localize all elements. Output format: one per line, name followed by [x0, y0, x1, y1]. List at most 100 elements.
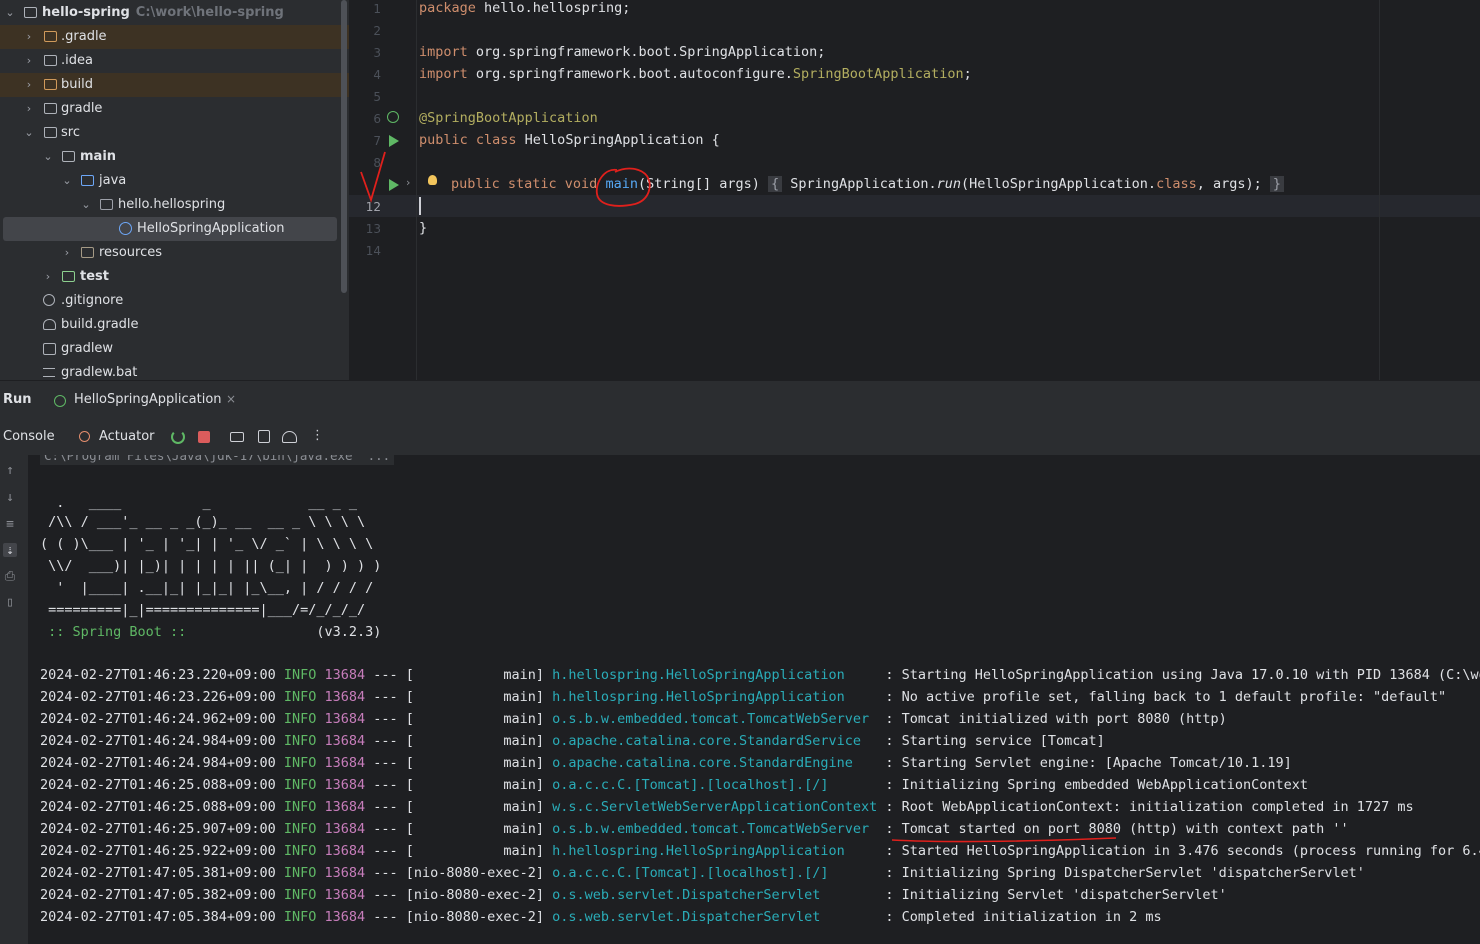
log-separator: --- [ — [365, 689, 414, 705]
log-pid: 13684 — [324, 667, 366, 683]
tree-item-label: HelloSpringApplication — [137, 221, 285, 236]
source-folder-icon — [81, 175, 94, 186]
log-line: 2024-02-27T01:46:25.088+09:00 INFO 13684… — [40, 774, 1308, 796]
tree-item-gradlew-bat[interactable]: gradlew.bat — [0, 361, 349, 380]
rerun-icon[interactable] — [171, 430, 185, 444]
log-level: INFO — [283, 799, 317, 815]
chevron-right-icon[interactable]: › — [22, 25, 36, 49]
log-level: INFO — [283, 887, 317, 903]
tree-item-resources[interactable]: › resources — [0, 241, 349, 265]
code-editor[interactable]: 1 2 3 4 5 6 7 8 12 13 14 › package hello… — [349, 0, 1480, 380]
banner-line: /\\ / ___'_ __ _ _(_)_ __ __ _ \ \ \ \ — [40, 514, 366, 530]
log-pid: 13684 — [324, 689, 366, 705]
log-message: : Starting Servlet engine: [Apache Tomca… — [877, 755, 1292, 771]
tree-item-build[interactable]: › build — [0, 73, 349, 97]
log-timestamp: 2024-02-27T01:46:24.962+09:00 — [40, 711, 276, 727]
exit-icon[interactable] — [258, 430, 270, 443]
log-message: : Initializing Servlet 'dispatcherServle… — [877, 887, 1227, 903]
log-logger: o.apache.catalina.core.StandardService — [552, 733, 878, 749]
code-token: SpringApplication. — [782, 176, 937, 192]
chevron-down-icon[interactable]: ⌄ — [60, 169, 74, 193]
log-line: 2024-02-27T01:46:25.907+09:00 INFO 13684… — [40, 818, 1349, 840]
tree-item-idea[interactable]: › .idea — [0, 49, 349, 73]
chevron-right-icon[interactable]: › — [41, 265, 55, 289]
log-line: 2024-02-27T01:47:05.382+09:00 INFO 13684… — [40, 884, 1227, 906]
chevron-down-icon[interactable]: ⌄ — [41, 145, 55, 169]
tree-item-label: .idea — [61, 53, 93, 68]
log-timestamp: 2024-02-27T01:46:24.984+09:00 — [40, 755, 276, 771]
tree-root[interactable]: ⌄ hello-spring C:\work\hello-spring — [0, 1, 349, 25]
arrow-down-icon[interactable]: ↓ — [3, 490, 17, 505]
folder-icon — [62, 151, 75, 162]
gauge-icon[interactable] — [282, 431, 297, 443]
log-logger: o.apache.catalina.core.StandardEngine — [552, 755, 878, 771]
log-pid: 13684 — [324, 821, 366, 837]
tree-item-java[interactable]: ⌄ java — [0, 169, 349, 193]
log-level: INFO — [283, 821, 317, 837]
class-icon — [119, 222, 132, 235]
tree-item-package[interactable]: ⌄ hello.hellospring — [0, 193, 349, 217]
log-message: : Root WebApplicationContext: initializa… — [877, 799, 1414, 815]
more-options-icon[interactable]: ⋮ — [311, 428, 324, 443]
run-tool-window-header: Run HelloSpringApplication × — [0, 380, 1480, 421]
code-token: run — [936, 176, 961, 192]
tree-item-gitignore[interactable]: .gitignore — [0, 289, 349, 313]
log-pid: 13684 — [324, 843, 366, 859]
log-message: : No active profile set, falling back to… — [877, 689, 1447, 705]
chevron-down-icon[interactable]: ⌄ — [22, 121, 36, 145]
banner-line: ( ( )\___ | '_ | '_| | '_ \/ _` | \ \ \ … — [40, 536, 374, 552]
log-thread: main] — [413, 777, 544, 793]
log-line: 2024-02-27T01:46:24.962+09:00 INFO 13684… — [40, 708, 1227, 730]
tree-item-gradle-hidden[interactable]: › .gradle — [0, 25, 349, 49]
tab-actuator[interactable]: Actuator — [99, 429, 155, 444]
trash-icon[interactable]: ▯ — [3, 595, 17, 610]
log-level: INFO — [283, 755, 317, 771]
folder-icon — [44, 79, 57, 90]
tree-item-label: test — [80, 269, 109, 284]
tree-item-test[interactable]: › test — [0, 265, 349, 289]
tree-item-build-gradle[interactable]: build.gradle — [0, 313, 349, 337]
console-output[interactable]: ↑ ↓ ≡ ⇣ ⎙ ▯ C:\Program Files\Java\jdk-17… — [0, 455, 1480, 944]
tab-console[interactable]: Console — [3, 429, 55, 444]
folder-icon — [44, 55, 57, 66]
terminal-file-icon — [43, 343, 56, 355]
log-thread: main] — [413, 689, 544, 705]
tree-scrollbar[interactable] — [341, 0, 347, 293]
ignore-file-icon — [43, 294, 55, 306]
circle-annotation — [595, 167, 651, 207]
chevron-right-icon[interactable]: › — [22, 97, 36, 121]
camera-icon[interactable] — [230, 432, 244, 442]
print-icon[interactable]: ⎙ — [3, 569, 17, 584]
chevron-right-icon[interactable]: › — [22, 49, 36, 73]
tree-item-label: build — [61, 77, 93, 92]
log-message: : Starting HelloSpringApplication using … — [877, 667, 1480, 683]
chevron-down-icon[interactable]: ⌄ — [3, 1, 17, 25]
chevron-down-icon[interactable]: ⌄ — [79, 193, 93, 217]
spring-boot-version-line: :: Spring Boot :: (v3.2.3) — [40, 621, 381, 643]
soft-wrap-icon[interactable]: ≡ — [3, 517, 17, 532]
scroll-to-end-icon[interactable]: ⇣ — [3, 543, 17, 558]
fold-marker[interactable]: } — [1269, 176, 1285, 192]
log-message: : Started HelloSpringApplication in 3.47… — [877, 843, 1480, 859]
tree-item-label: .gradle — [61, 29, 107, 44]
arrow-up-icon[interactable]: ↑ — [3, 463, 17, 478]
package-icon — [100, 199, 113, 210]
tree-item-src[interactable]: ⌄ src — [0, 121, 349, 145]
log-line: 2024-02-27T01:47:05.384+09:00 INFO 13684… — [40, 906, 1162, 928]
close-icon[interactable]: × — [226, 392, 236, 406]
chevron-right-icon[interactable]: › — [22, 73, 36, 97]
log-pid: 13684 — [324, 733, 366, 749]
tree-item-gradlew[interactable]: gradlew — [0, 337, 349, 361]
tree-item-main[interactable]: ⌄ main — [0, 145, 349, 169]
fold-marker[interactable]: { — [768, 176, 783, 192]
tab-hellospringapplication[interactable]: HelloSpringApplication × — [46, 387, 244, 421]
tree-item-gradle[interactable]: › gradle — [0, 97, 349, 121]
log-pid: 13684 — [324, 799, 366, 815]
chevron-right-icon[interactable]: › — [60, 241, 74, 265]
tree-item-label: gradlew — [61, 341, 114, 356]
log-line: 2024-02-27T01:46:25.922+09:00 INFO 13684… — [40, 840, 1480, 862]
tree-item-hellospringapplication[interactable]: HelloSpringApplication — [3, 217, 337, 241]
stop-icon[interactable] — [198, 431, 210, 443]
tab-label: HelloSpringApplication — [74, 392, 222, 407]
log-timestamp: 2024-02-27T01:46:25.922+09:00 — [40, 843, 276, 859]
